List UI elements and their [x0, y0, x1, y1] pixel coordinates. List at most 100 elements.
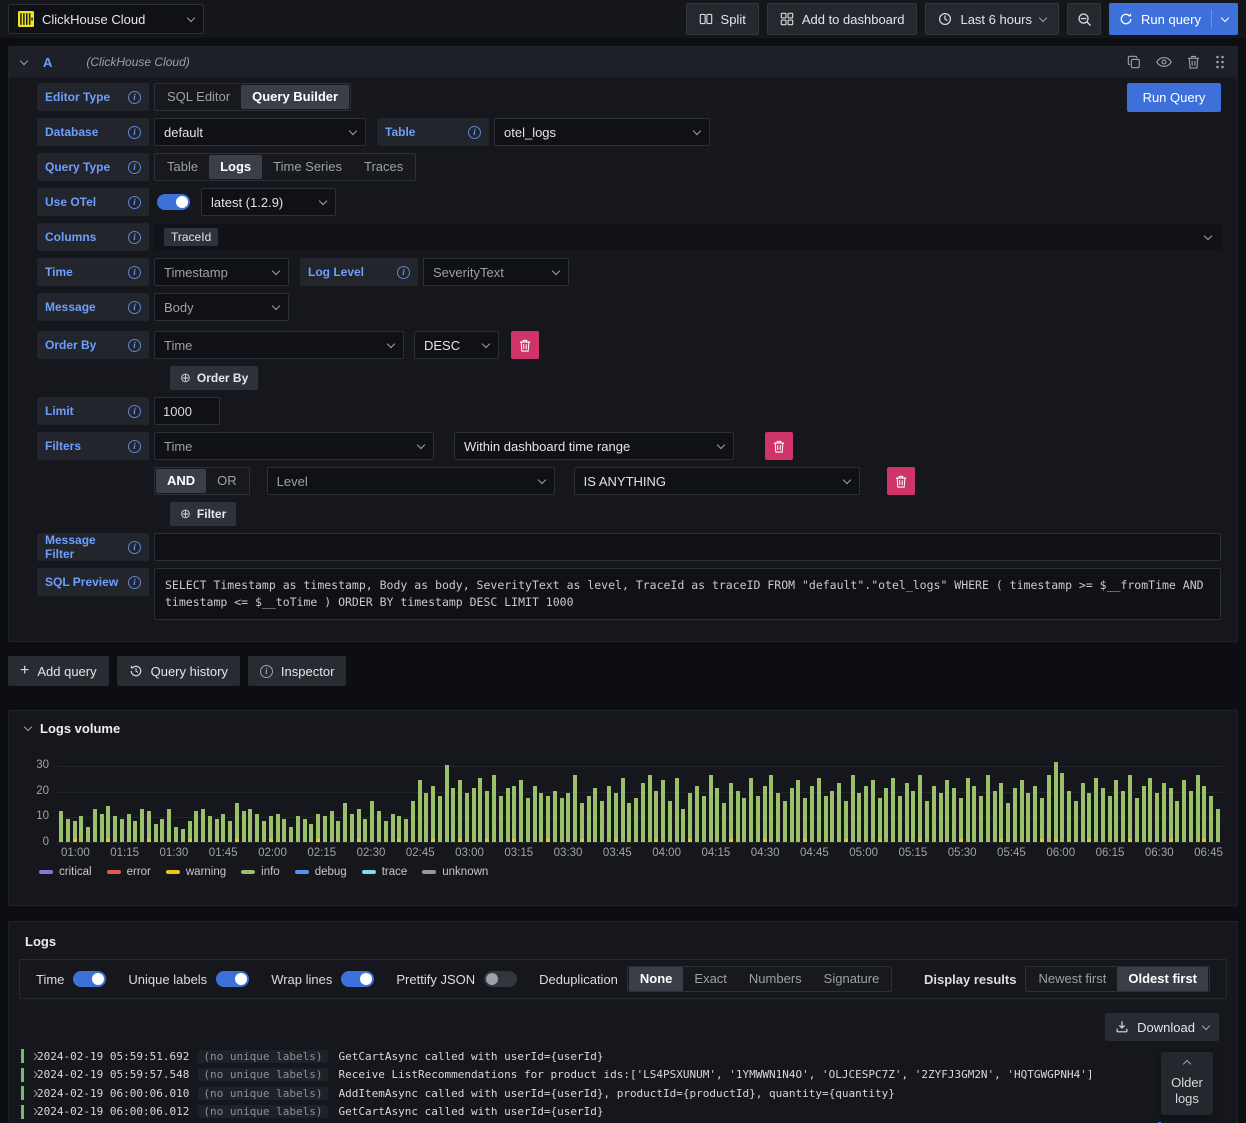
trash-icon — [773, 440, 785, 453]
option-signature[interactable]: Signature — [813, 967, 891, 991]
option-logs[interactable]: Logs — [209, 155, 263, 179]
option-numbers[interactable]: Numbers — [738, 967, 813, 991]
order-by-field-select[interactable]: Time — [154, 331, 404, 359]
message-column-select[interactable]: Body — [154, 293, 289, 321]
column-chip[interactable]: TraceId — [164, 228, 219, 246]
download-button[interactable]: Download — [1105, 1013, 1219, 1041]
order-by-direction-select[interactable]: DESC — [414, 331, 499, 359]
log-level-select[interactable]: SeverityText — [423, 258, 569, 286]
log-row[interactable]: 2024-02-19 05:59:51.692 (no unique labels… — [19, 1047, 1227, 1066]
info-icon[interactable] — [128, 160, 141, 174]
time-column-select[interactable]: Timestamp — [154, 258, 289, 286]
info-icon[interactable] — [397, 265, 410, 279]
add-order-by-button[interactable]: Order By — [170, 366, 259, 390]
message-filter-input[interactable] — [154, 533, 1221, 561]
info-icon[interactable] — [128, 90, 141, 104]
collapse-chevron-icon[interactable] — [23, 722, 33, 732]
legend-item-warning[interactable]: warning — [165, 866, 226, 878]
filter-field-select[interactable]: Time — [154, 432, 434, 460]
table-select[interactable]: otel_logs — [494, 118, 710, 146]
option-none[interactable]: None — [628, 967, 684, 991]
remove-order-by-button[interactable] — [511, 331, 539, 359]
chevron-down-icon[interactable] — [1220, 13, 1230, 22]
legend-item-info[interactable]: info — [241, 866, 280, 878]
add-query-button[interactable]: Add query — [8, 656, 109, 686]
download-row: Download — [27, 1013, 1219, 1041]
legend-item-critical[interactable]: critical — [39, 866, 92, 878]
info-icon[interactable] — [128, 230, 141, 244]
editor-run-query-button[interactable]: Run Query — [1127, 83, 1221, 112]
drag-handle-icon[interactable] — [1215, 55, 1225, 69]
filter-op-select[interactable]: IS ANYTHING — [573, 467, 860, 495]
option-query-builder[interactable]: Query Builder — [241, 85, 350, 109]
option-and[interactable]: AND — [156, 469, 207, 493]
info-icon[interactable] — [128, 540, 141, 554]
bar — [329, 811, 334, 842]
topbar: ClickHouse Cloud Split Add to dashboard … — [0, 0, 1246, 38]
log-row[interactable]: 2024-02-19 06:00:06.010 (no unique labels… — [19, 1084, 1227, 1103]
time-toggle[interactable] — [73, 971, 107, 987]
log-row[interactable]: 2024-02-19 05:59:57.548 (no unique labels… — [19, 1066, 1227, 1085]
option-sql-editor[interactable]: SQL Editor — [156, 85, 241, 109]
option-time-series[interactable]: Time Series — [262, 155, 353, 179]
prettify-json-toggle[interactable] — [484, 971, 518, 987]
option-newest-first[interactable]: Newest first — [1027, 967, 1117, 991]
info-icon[interactable] — [128, 575, 141, 589]
info-icon[interactable] — [128, 195, 141, 209]
legend-item-trace[interactable]: trace — [361, 866, 407, 878]
legend-item-debug[interactable]: debug — [294, 866, 347, 878]
use-otel-toggle[interactable] — [157, 194, 190, 210]
datasource-picker[interactable]: ClickHouse Cloud — [8, 4, 204, 34]
legend-item-unknown[interactable]: unknown — [422, 866, 488, 878]
log-row[interactable]: 2024-02-19 06:00:06.012 (no unique labels… — [19, 1103, 1227, 1122]
info-icon[interactable] — [128, 300, 141, 314]
run-query-button[interactable]: Run query — [1109, 3, 1238, 35]
info-icon[interactable] — [128, 338, 141, 352]
logs-panel: Logs Time Unique labels Wrap lines Prett… — [8, 921, 1238, 1123]
unique-labels-toggle[interactable] — [216, 971, 250, 987]
hide-response-eye-icon[interactable] — [1156, 56, 1172, 68]
unique-labels-toggle-group: Unique labels — [128, 971, 250, 987]
filter-operator-select[interactable]: Within dashboard time range — [454, 432, 734, 460]
older-logs-button[interactable]: Older logs — [1161, 1052, 1213, 1115]
option-traces[interactable]: Traces — [353, 155, 414, 179]
legend-item-error[interactable]: error — [106, 866, 151, 878]
duplicate-query-icon[interactable] — [1127, 55, 1141, 69]
deduplication-group: Deduplication None Exact Numbers Signatu… — [539, 966, 893, 992]
remove-filter-condition-button[interactable] — [886, 467, 915, 495]
query-row-header[interactable]: A (ClickHouse Cloud) — [9, 47, 1237, 77]
option-exact[interactable]: Exact — [683, 967, 738, 991]
bar — [769, 775, 774, 842]
columns-multiselect[interactable]: TraceId — [154, 224, 1221, 250]
info-icon[interactable] — [128, 404, 141, 418]
info-icon[interactable] — [128, 265, 141, 279]
option-table[interactable]: Table — [156, 155, 209, 179]
delete-query-icon[interactable] — [1187, 55, 1200, 69]
option-oldest-first[interactable]: Oldest first — [1117, 967, 1208, 991]
collapse-chevron-icon[interactable] — [19, 56, 29, 65]
query-history-button[interactable]: Query history — [116, 656, 240, 686]
unique-labels-label: Unique labels — [128, 971, 208, 987]
filter-level-select[interactable]: Level — [266, 467, 555, 495]
info-icon[interactable] — [128, 125, 141, 139]
database-select[interactable]: default — [154, 118, 366, 146]
legend-label: info — [261, 866, 280, 878]
info-icon[interactable] — [468, 125, 481, 139]
info-icon[interactable] — [128, 439, 141, 453]
option-or[interactable]: OR — [206, 469, 248, 493]
message-label-cell: Message — [37, 293, 149, 321]
time-range-picker[interactable]: Last 6 hours — [925, 3, 1060, 35]
add-to-dashboard-button[interactable]: Add to dashboard — [766, 3, 918, 35]
wrap-lines-toggle[interactable] — [341, 971, 375, 987]
remove-filter-button[interactable] — [765, 432, 793, 460]
bar — [1060, 773, 1065, 842]
zoom-out-button[interactable] — [1067, 3, 1102, 35]
otel-version-select[interactable]: latest (1.2.9) — [201, 188, 336, 216]
inspector-button[interactable]: Inspector — [247, 656, 347, 686]
limit-input[interactable] — [154, 397, 220, 425]
split-button[interactable]: Split — [685, 3, 759, 35]
use-otel-row: Use OTel latest (1.2.9) — [37, 188, 1221, 216]
logs-volume-header[interactable]: Logs volume — [9, 711, 1237, 736]
bar — [715, 788, 720, 842]
add-filter-button[interactable]: Filter — [170, 502, 237, 526]
